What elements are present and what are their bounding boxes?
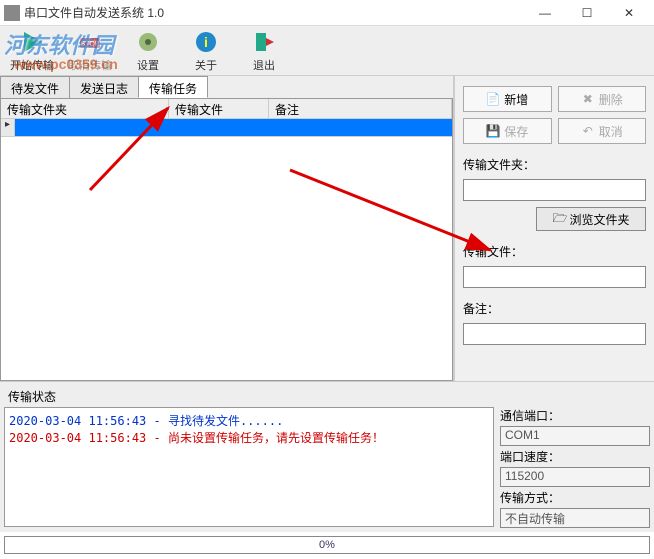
- table-header: 传输文件夹 传输文件 备注: [1, 99, 452, 119]
- gear-icon: [134, 28, 162, 56]
- connection-info: 通信端口： COM1 端口速度： 115200 传输方式： 不自动传输: [500, 407, 650, 528]
- toolbar: 开始传输 STOP 取消传输 设置 i 关于 退出: [0, 26, 654, 76]
- settings-button[interactable]: 设置: [124, 28, 172, 73]
- window-title: 串口文件自动发送系统 1.0: [24, 4, 164, 21]
- minimize-button[interactable]: —: [524, 1, 566, 25]
- tab-transfer-tasks[interactable]: 传输任务: [138, 76, 208, 98]
- status-section: 传输状态 2020-03-04 11:56:43 - 寻找待发文件...... …: [0, 381, 654, 532]
- folder-icon: 🗁: [553, 209, 568, 230]
- new-icon: 📄: [486, 92, 500, 106]
- port-label: 通信端口：: [500, 407, 650, 424]
- detail-panel: 📄新增 ✖删除 💾保存 ↶取消 传输文件夹： 🗁浏览文件夹 传输文件： 备注：: [454, 76, 654, 381]
- log-box[interactable]: 2020-03-04 11:56:43 - 寻找待发文件...... 2020-…: [4, 407, 494, 527]
- play-icon: [18, 28, 46, 56]
- note-input[interactable]: [463, 323, 646, 345]
- about-button[interactable]: i 关于: [182, 28, 230, 73]
- info-icon: i: [192, 28, 220, 56]
- titlebar: 串口文件自动发送系统 1.0 — ☐ ✕: [0, 0, 654, 26]
- window-controls: — ☐ ✕: [524, 1, 650, 25]
- cancel-button: ↶取消: [558, 118, 647, 144]
- log-line: 2020-03-04 11:56:43 - 寻找待发文件......: [9, 412, 489, 429]
- delete-button: ✖删除: [558, 86, 647, 112]
- svg-text:i: i: [204, 34, 208, 50]
- file-input[interactable]: [463, 266, 646, 288]
- folder-input[interactable]: [463, 179, 646, 201]
- port-value: COM1: [500, 426, 650, 446]
- app-icon: [4, 5, 20, 21]
- delete-icon: ✖: [581, 92, 595, 106]
- close-button[interactable]: ✕: [608, 1, 650, 25]
- note-label: 备注：: [463, 300, 646, 317]
- start-transfer-button[interactable]: 开始传输: [8, 28, 56, 73]
- save-icon: 💾: [486, 124, 500, 138]
- log-line: 2020-03-04 11:56:43 - 尚未设置传输任务，请先设置传输任务！: [9, 429, 489, 446]
- task-table[interactable]: 传输文件夹 传输文件 备注 ▸: [0, 98, 453, 381]
- exit-button[interactable]: 退出: [240, 28, 288, 73]
- col-folder: 传输文件夹: [1, 99, 169, 118]
- svg-text:STOP: STOP: [81, 41, 100, 48]
- col-note: 备注: [269, 99, 452, 118]
- tab-send-log[interactable]: 发送日志: [69, 76, 139, 98]
- maximize-button[interactable]: ☐: [566, 1, 608, 25]
- left-pane: 待发文件 发送日志 传输任务 传输文件夹 传输文件 备注 ▸: [0, 76, 454, 381]
- mode-value: 不自动传输: [500, 508, 650, 528]
- browse-folder-button[interactable]: 🗁浏览文件夹: [536, 207, 646, 231]
- status-label: 传输状态: [4, 386, 650, 407]
- mode-label: 传输方式：: [500, 489, 650, 506]
- col-file: 传输文件: [169, 99, 269, 118]
- undo-icon: ↶: [581, 124, 595, 138]
- save-button: 💾保存: [463, 118, 552, 144]
- exit-icon: [250, 28, 278, 56]
- table-row[interactable]: ▸: [1, 119, 452, 137]
- baud-label: 端口速度：: [500, 448, 650, 465]
- tab-pending-files[interactable]: 待发文件: [0, 76, 70, 98]
- progress-text: 0%: [319, 539, 335, 551]
- row-marker-icon: ▸: [1, 119, 15, 136]
- baud-value: 115200: [500, 467, 650, 487]
- new-button[interactable]: 📄新增: [463, 86, 552, 112]
- progress-bar: 0%: [4, 536, 650, 554]
- cancel-transfer-button: STOP 取消传输: [66, 28, 114, 73]
- stop-icon: STOP: [76, 28, 104, 56]
- folder-label: 传输文件夹：: [463, 156, 646, 173]
- file-label: 传输文件：: [463, 243, 646, 260]
- tabs: 待发文件 发送日志 传输任务: [0, 76, 453, 98]
